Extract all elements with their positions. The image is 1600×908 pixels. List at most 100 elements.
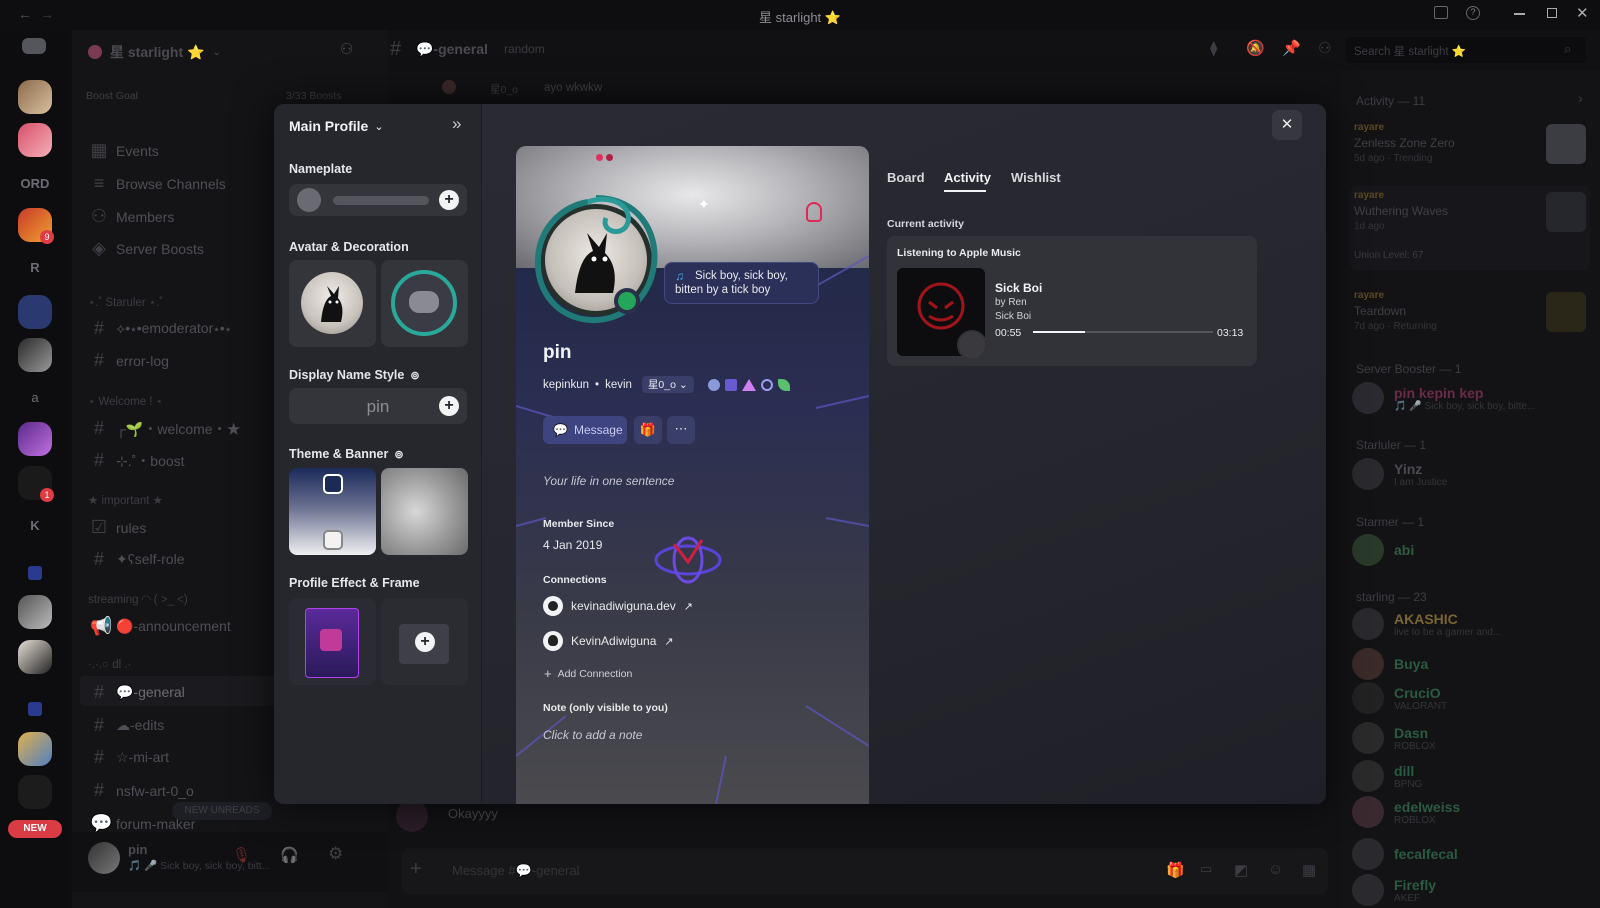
gif-icon[interactable]: ▭ [1200,861,1212,877]
member-item[interactable]: CruciO VALORANT [1352,682,1592,714]
member-list-icon[interactable]: ⚇ [1318,39,1331,57]
headphones-icon[interactable]: 🎧 [280,846,299,864]
server-icon[interactable] [18,295,52,329]
profile-select[interactable]: Main Profile ⌄ [289,118,384,134]
channel-item[interactable]: rules [116,520,146,536]
tab-board[interactable]: Board [887,170,925,185]
server-icon[interactable] [18,775,52,809]
server-icon[interactable] [18,595,52,629]
channel-item[interactable]: ☆-mi-art [116,749,169,766]
channel-category[interactable]: ★ important ★ [88,493,163,507]
server-tag-badge[interactable]: 星0_o ⌄ [641,376,694,393]
new-servers-pill[interactable]: NEW [8,820,62,838]
collapse-panel-icon[interactable]: » [452,114,461,134]
channel-item[interactable]: ┌🌱・welcome・★ [116,419,241,439]
help-icon[interactable]: ? [1466,6,1480,20]
gift-icon[interactable]: 🎁 [634,416,662,444]
activity-card[interactable]: rayare Zenless Zone Zero 5d ago · Trendi… [1350,118,1590,172]
channel-category[interactable]: ⋆ Welcome ! ⋆ [88,394,163,408]
channel-item[interactable]: ⟡•⋆•emoderator⋆•⋆ [116,320,231,337]
status-bubble[interactable]: ♫ Sick boy, sick boy, bitten by a tick b… [664,262,819,304]
banner-tile[interactable] [381,468,468,555]
add-name-style-icon[interactable]: + [439,396,459,416]
profile-effect-tile[interactable] [289,598,376,685]
boost-badge-icon[interactable] [741,378,756,391]
server-icon[interactable] [18,338,52,372]
browse-channels-link[interactable]: Browse Channels [116,176,226,192]
display-name-style-picker[interactable]: pin + [289,388,467,424]
activity-card[interactable]: rayare Teardown 7d ago · Returning [1350,286,1590,340]
server-icon[interactable] [18,422,52,456]
note-input[interactable]: Click to add a note [543,728,642,742]
server-icon[interactable] [18,640,52,674]
bell-off-icon[interactable]: 🔕 [1246,39,1265,57]
members-link[interactable]: Members [116,209,174,225]
channel-item[interactable]: ⊹.˚・boost [116,451,185,471]
connection-item[interactable]: kevinadiwiguna.dev ↗ [543,596,693,616]
channel-item[interactable]: 🔴-announcement [116,618,231,635]
theme-tile[interactable] [289,468,376,555]
member-item[interactable]: AKASHIC live to be a gamer and... [1352,608,1592,640]
member-item[interactable]: fecalfecal [1352,838,1592,870]
message-composer[interactable]: + Message #💬-general 🎁 ▭ ◩ ☺ ▦ [402,848,1328,894]
member-item[interactable]: abi [1352,534,1592,566]
server-label[interactable]: a [0,390,70,405]
hypesquad-badge-icon[interactable] [707,378,720,391]
minimize-icon[interactable] [1514,13,1525,15]
apps-icon[interactable]: ▦ [1302,861,1316,879]
frame-tile[interactable]: + [381,598,468,685]
tab-activity[interactable]: Activity [944,170,991,185]
member-item[interactable]: edelweiss ROBLOX [1352,796,1592,828]
search-input[interactable]: Search 星 starlight ⭐ ⌕ [1346,37,1586,63]
message-button[interactable]: 💬 Message [543,416,627,444]
folder-icon[interactable] [28,702,42,716]
accent-color-swatch[interactable] [323,530,343,550]
activity-card[interactable]: rayare Wuthering Waves 1d ago Union Leve… [1350,186,1590,270]
nitro-badge-icon[interactable] [724,378,737,391]
server-icon[interactable] [18,123,52,157]
inbox-icon[interactable] [1434,6,1448,19]
avatar-tile[interactable] [289,260,376,347]
threads-icon[interactable]: ⧫ [1210,39,1217,57]
close-icon[interactable]: ✕ [1272,110,1302,140]
events-link[interactable]: Events [116,143,159,159]
add-frame-icon[interactable]: + [415,632,435,652]
server-label[interactable]: K [0,518,70,533]
chevron-right-icon[interactable]: › [1578,90,1583,106]
nameplate-picker[interactable]: + [289,184,467,216]
channel-item[interactable]: error-log [116,353,169,369]
server-icon[interactable] [18,732,52,766]
discord-home-icon[interactable] [22,38,46,54]
user-avatar[interactable] [88,842,120,874]
plus-icon[interactable]: + [410,858,422,881]
more-options-icon[interactable]: ⋯ [667,416,695,444]
leaf-badge-icon[interactable] [777,378,790,391]
server-label[interactable]: ORD [0,176,70,191]
gear-icon[interactable]: ⚙ [328,844,343,864]
channel-item-selected[interactable]: 💬-general [116,684,185,701]
channel-item[interactable]: ✦ʕself-role [116,551,185,568]
quest-badge-icon[interactable] [760,378,773,391]
member-item[interactable]: Buya [1352,648,1592,680]
channel-category[interactable]: ⋆.˚ Staruler ⋆.˚ [88,295,163,309]
member-item[interactable]: Firefly AKEF [1352,874,1592,906]
invite-people-icon[interactable]: ⚇ [340,40,353,58]
mute-mic-icon[interactable]: 🎙 [232,846,251,864]
member-item[interactable]: Dasn ROBLOX [1352,722,1592,754]
gift-icon[interactable]: 🎁 [1166,861,1185,879]
server-label[interactable]: R [0,260,70,275]
emoji-icon[interactable]: ☺ [1268,861,1283,878]
member-item[interactable]: pin kepin kep 🎵 🎤 Sick boy, sick boy, bit… [1352,382,1592,414]
member-item[interactable]: dill BPNG [1352,760,1592,792]
server-boosts-link[interactable]: Server Boosts [116,241,204,257]
channel-category[interactable]: streaming ◜◝ ( >_ <) [88,592,188,606]
tab-wishlist[interactable]: Wishlist [1011,170,1061,185]
pin-icon[interactable]: 📌 [1282,39,1301,57]
member-item[interactable]: Yinz I am Justice [1352,458,1592,490]
server-name[interactable]: 星 starlight ⭐ [110,42,204,62]
channel-item[interactable]: nsfw-art-0_o [116,783,194,799]
add-nameplate-icon[interactable]: + [439,190,459,210]
maximize-icon[interactable] [1547,8,1557,18]
bio-text[interactable]: Your life in one sentence [543,474,674,488]
close-window-icon[interactable]: ✕ [1576,4,1589,22]
